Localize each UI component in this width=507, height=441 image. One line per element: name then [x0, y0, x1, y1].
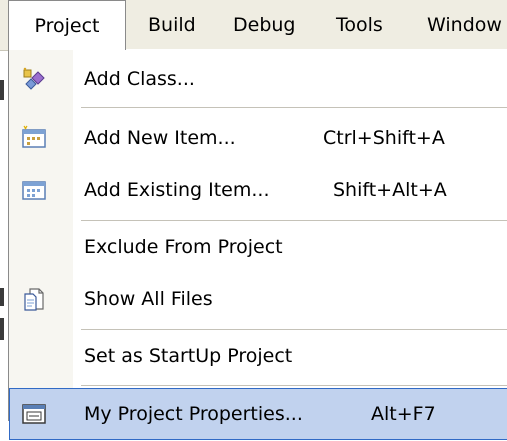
edge-mark [0, 318, 4, 340]
add-new-item-icon [21, 125, 47, 151]
show-all-files-icon [21, 286, 47, 312]
project-menu-dropdown: Add Class... Add New Item... Ctrl+Shift+… [8, 49, 507, 440]
menu-item-label: Set as StartUp Project [84, 345, 293, 367]
menu-item-label: My Project Properties... [84, 403, 303, 425]
shortcut-text: Alt+F7 [371, 403, 436, 425]
menu-item-label: Exclude From Project [84, 236, 283, 258]
menu-debug[interactable]: Debug [233, 0, 295, 50]
menu-item-my-project-properties[interactable]: My Project Properties... Alt+F7 [9, 388, 507, 440]
edge-mark [0, 288, 4, 306]
shortcut-text: Shift+Alt+A [333, 179, 447, 201]
menu-item-exclude-from-project[interactable]: Exclude From Project [9, 221, 507, 273]
menu-item-label: Add New Item... [84, 127, 236, 149]
menu-separator [81, 385, 507, 386]
menu-window[interactable]: Window [427, 0, 502, 50]
add-existing-item-icon [21, 177, 47, 203]
menu-item-label: Add Existing Item... [84, 179, 270, 201]
menu-item-add-existing-item[interactable]: Add Existing Item... Shift+Alt+A [9, 164, 507, 216]
menu-item-label: Add Class... [84, 68, 195, 90]
menu-build[interactable]: Build [148, 0, 196, 50]
add-class-icon [21, 66, 47, 92]
edge-mark [0, 80, 4, 100]
menu-tools[interactable]: Tools [336, 0, 383, 50]
menu-item-set-as-startup-project[interactable]: Set as StartUp Project [9, 330, 507, 382]
properties-icon [21, 401, 47, 427]
shortcut-text: Ctrl+Shift+A [323, 127, 445, 149]
menu-separator [81, 107, 507, 108]
menu-bar: Project Build Debug Tools Window [0, 0, 507, 51]
menu-item-add-class[interactable]: Add Class... [9, 53, 507, 105]
menu-project[interactable]: Project [8, 0, 126, 50]
menu-item-label: Show All Files [84, 288, 213, 310]
menu-item-add-new-item[interactable]: Add New Item... Ctrl+Shift+A [9, 112, 507, 164]
menu-item-show-all-files[interactable]: Show All Files [9, 273, 507, 325]
